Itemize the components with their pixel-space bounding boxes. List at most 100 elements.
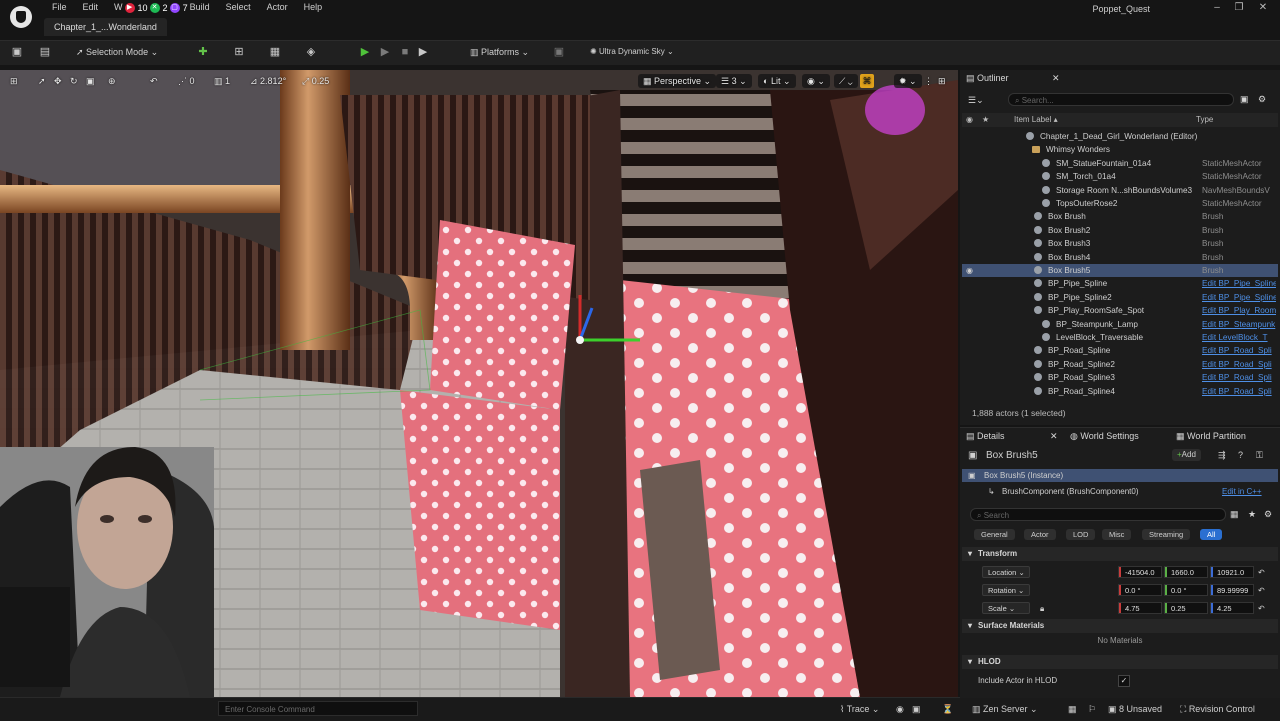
close-window-button[interactable]: ✕ <box>1252 2 1274 14</box>
record-icon[interactable]: ◉ <box>896 703 904 715</box>
reset-location-icon[interactable]: ↶ <box>1258 566 1265 579</box>
menu-help[interactable]: Help <box>296 0 331 15</box>
edit-blueprint-link[interactable]: Edit BP_Pipe_Spline <box>1202 291 1276 304</box>
favorites-icon[interactable]: ★ <box>1248 506 1256 522</box>
scale-dropdown[interactable]: Scale ⌄ <box>982 602 1030 614</box>
menu-select[interactable]: Select <box>218 0 259 15</box>
rotation-z-field[interactable]: 89.99999 <box>1210 584 1254 596</box>
rotate-tool-icon[interactable]: ↻ <box>70 74 78 88</box>
screenshot-icon[interactable]: ▣ <box>912 703 921 715</box>
outliner-row[interactable]: Chapter_1_Dead_Girl_Wonderland (Editor) <box>962 130 1278 143</box>
menu-build[interactable]: Build <box>188 0 218 15</box>
select-tool-icon[interactable]: ➚ <box>38 74 46 88</box>
edit-blueprint-link[interactable]: Edit BP_Road_Spli <box>1202 371 1276 384</box>
derived-data-icon[interactable]: ⏳ <box>942 703 953 715</box>
eject-icon[interactable]: ▶ <box>416 45 430 59</box>
rotation-snap-control[interactable]: ▥ 1 <box>214 74 230 88</box>
surface-snap-icon[interactable]: ↶ <box>150 74 158 88</box>
scale-z-field[interactable]: 4.25 <box>1210 602 1254 614</box>
pending-icon[interactable]: ⚐ <box>1088 703 1096 715</box>
outliner-row[interactable]: Whimsy Wonders <box>962 143 1278 156</box>
grid-snap-control[interactable]: ⋰ 0 <box>178 74 195 88</box>
outliner-search-input[interactable]: ⌕ Search... <box>1008 93 1234 106</box>
cinematics-icon[interactable]: ▦ <box>268 45 282 59</box>
viewport-settings-icon[interactable]: ✹ ⌄ <box>894 74 922 88</box>
unreal-logo-icon[interactable] <box>10 6 32 28</box>
close-details-icon[interactable]: ✕ <box>1050 428 1058 444</box>
location-dropdown[interactable]: Location ⌄ <box>982 566 1030 578</box>
hlod-section[interactable]: ▾ HLOD <box>962 655 1278 669</box>
translate-tool-icon[interactable]: ✥ <box>54 74 62 88</box>
outliner-row[interactable]: BP_Road_Spline3 Edit BP_Road_Spli <box>962 371 1278 384</box>
filter-chip-all[interactable]: All <box>1200 529 1223 540</box>
menu-window[interactable]: W <box>106 0 125 15</box>
world-settings-tab[interactable]: ◍ World Settings <box>1070 428 1139 444</box>
scale-y-field[interactable]: 0.25 <box>1164 602 1208 614</box>
filter-chip-lod[interactable]: LOD <box>1066 529 1096 540</box>
property-matrix-icon[interactable]: ▦ <box>1230 506 1239 522</box>
outliner-row[interactable]: BP_Road_Spline2 Edit BP_Road_Spli <box>962 358 1278 371</box>
unsaved-button[interactable]: ▣ 8 Unsaved <box>1108 703 1162 715</box>
scale-snap-control[interactable]: ⤢ 0.25 <box>302 74 329 88</box>
outliner-row[interactable]: BP_Pipe_Spline Edit BP_Pipe_Spline <box>962 277 1278 290</box>
play-icon[interactable]: ▶ <box>358 45 372 59</box>
perspective-dropdown[interactable]: ▦ Perspective ⌄ <box>638 74 717 88</box>
outliner-row[interactable]: Box Brush Brush <box>962 210 1278 223</box>
realtime-toggle[interactable]: ⟋ ⌄ <box>834 74 858 88</box>
content-browser-icon[interactable]: ▤ <box>38 45 52 59</box>
level-document-tab[interactable]: Chapter_1_...Wonderland <box>44 18 167 36</box>
edit-blueprint-link[interactable]: Edit BP_Play_Room <box>1202 304 1276 317</box>
outliner-row[interactable]: Storage Room N...shBoundsVolume3 NavMeshB… <box>962 184 1278 197</box>
visibility-column-icon[interactable]: ◉ <box>966 115 973 124</box>
details-search-input[interactable]: ⌕ Search <box>970 508 1226 521</box>
platforms-dropdown[interactable]: ▥ Platforms ⌄ <box>470 44 529 60</box>
pin-column-icon[interactable]: ★ <box>982 115 989 124</box>
outliner-row[interactable]: Box Brush2 Brush <box>962 224 1278 237</box>
edit-cpp-link[interactable]: Edit in C++ <box>1222 485 1262 498</box>
outliner-row[interactable]: BP_Steampunk_Lamp Edit BP_Steampunk <box>962 318 1278 331</box>
blueprint-convert-icon[interactable]: ⇶ <box>1218 449 1226 462</box>
outliner-row[interactable]: ◉ Box Brush5 Brush <box>962 264 1278 277</box>
instance-row[interactable]: ▣ Box Brush5 (Instance) <box>962 469 1278 482</box>
outliner-row[interactable]: TopsOuterRose2 StaticMeshActor <box>962 197 1278 210</box>
help-icon[interactable]: ? <box>1238 449 1243 462</box>
visibility-eye-icon[interactable]: ◉ <box>966 264 973 277</box>
lock-icon[interactable]: ⚿ <box>1256 449 1263 462</box>
reset-scale-icon[interactable]: ↶ <box>1258 602 1265 615</box>
modes-icon[interactable]: ◈ <box>304 45 318 59</box>
outliner-row[interactable]: BP_Play_RoomSafe_Spot Edit BP_Play_Room <box>962 304 1278 317</box>
view-mode-dropdown[interactable]: ◐ Lit ⌄ <box>758 74 796 88</box>
new-folder-icon[interactable]: ▣ <box>1240 91 1249 107</box>
rotation-dropdown[interactable]: Rotation ⌄ <box>982 584 1030 596</box>
menu-actor[interactable]: Actor <box>259 0 296 15</box>
location-z-field[interactable]: 10921.0 <box>1210 566 1254 578</box>
outliner-row[interactable]: Box Brush3 Brush <box>962 237 1278 250</box>
revision-control-button[interactable]: ⛶ Revision Control <box>1180 703 1255 715</box>
edit-blueprint-link[interactable]: Edit BP_Road_Spli <box>1202 385 1276 398</box>
sky-dropdown[interactable]: ✺ Ultra Dynamic Sky ⌄ <box>590 44 674 60</box>
minimize-button[interactable]: – <box>1206 2 1228 14</box>
outliner-row[interactable]: BP_Pipe_Spline2 Edit BP_Pipe_Spline <box>962 291 1278 304</box>
location-x-field[interactable]: -41504.0 <box>1118 566 1162 578</box>
console-input[interactable]: Enter Console Command <box>218 701 418 716</box>
outliner-row[interactable]: Box Brush4 Brush <box>962 251 1278 264</box>
filter-chip-misc[interactable]: Misc <box>1102 529 1132 540</box>
transform-section[interactable]: ▾ Transform <box>962 547 1278 561</box>
details-settings-icon[interactable]: ⚙ <box>1264 506 1272 522</box>
save-icon[interactable]: ▣ <box>10 45 24 59</box>
blueprint-icon[interactable]: ⊞ <box>232 45 246 59</box>
edit-blueprint-link[interactable]: Edit LevelBlock_T <box>1202 331 1276 344</box>
viewport-options-icon[interactable]: ⊞ <box>10 74 18 88</box>
selection-mode-dropdown[interactable]: ➚ Selection Mode ⌄ <box>76 44 158 60</box>
layout-icon[interactable]: ⊞ <box>938 74 946 88</box>
location-y-field[interactable]: 1660.0 <box>1164 566 1208 578</box>
rotation-x-field[interactable]: 0.0 ° <box>1118 584 1162 596</box>
surface-materials-section[interactable]: ▾ Surface Materials <box>962 619 1278 633</box>
filter-chip-actor[interactable]: Actor <box>1024 529 1056 540</box>
add-component-button[interactable]: +Add <box>1172 449 1201 461</box>
menu-edit[interactable]: Edit <box>75 0 107 15</box>
angle-snap-control[interactable]: ⊿ 2.812° <box>250 74 286 88</box>
scale-lock-icon[interactable]: 🔒︎ <box>1040 602 1044 615</box>
maximize-button[interactable]: ❐ <box>1228 2 1250 14</box>
scale-x-field[interactable]: 4.75 <box>1118 602 1162 614</box>
